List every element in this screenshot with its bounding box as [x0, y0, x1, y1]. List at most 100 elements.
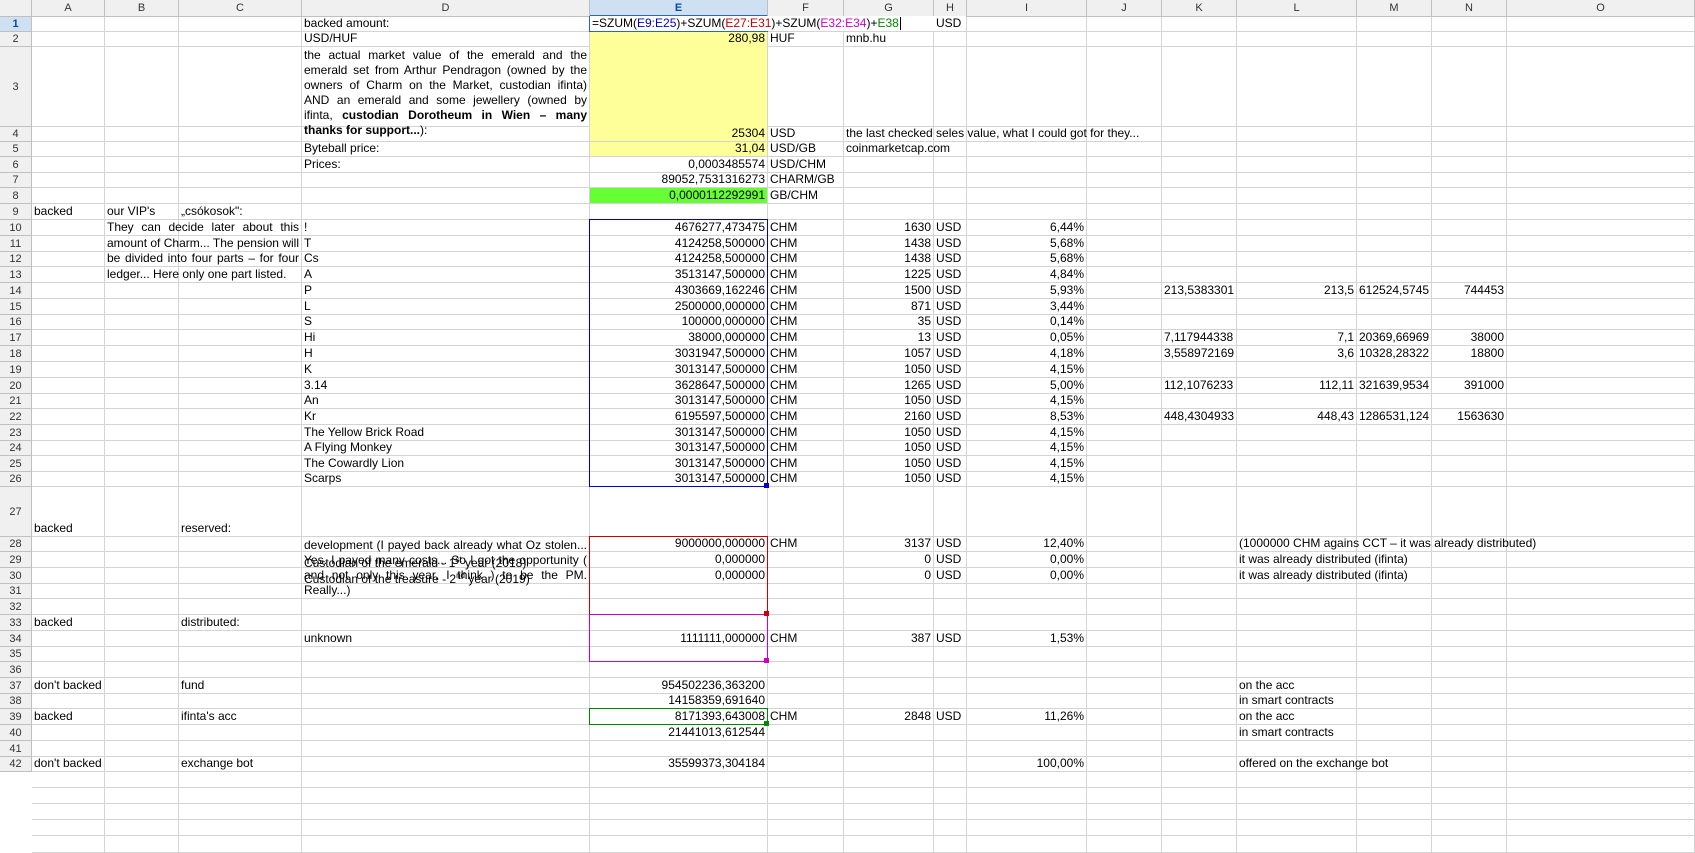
cell-i12[interactable]: 4,84%: [967, 267, 1086, 282]
cell-d28[interactable]: Custodian of the emerald - 1st year (201…: [302, 552, 589, 570]
cell-l39[interactable]: in smart contracts: [1237, 725, 1356, 740]
cell-m13[interactable]: 612524,5745: [1357, 283, 1431, 298]
cell-k19[interactable]: 112,1076233: [1162, 378, 1236, 393]
cell-f10[interactable]: CHM: [768, 236, 843, 251]
row-header-40[interactable]: 40: [0, 725, 32, 741]
cell-h22[interactable]: USD: [934, 425, 966, 440]
cell-l27[interactable]: (1000000 CHM agains CCT – it was already…: [1237, 536, 1536, 551]
row-header-9[interactable]: 9: [0, 204, 32, 220]
cell-h1[interactable]: USD: [934, 16, 966, 31]
cell-g9[interactable]: 1630: [844, 220, 933, 235]
cell-f21[interactable]: CHM: [768, 409, 843, 424]
cell-k17[interactable]: 3,558972169: [1162, 346, 1236, 361]
cell-g22[interactable]: 1050: [844, 425, 933, 440]
cell-m19[interactable]: 321639,9534: [1357, 378, 1431, 393]
cell-i16[interactable]: 0,05%: [967, 330, 1086, 345]
cell-b8[interactable]: our VIP's: [105, 204, 178, 219]
cell-h10[interactable]: USD: [934, 236, 966, 251]
row-header-33[interactable]: 33: [0, 615, 32, 631]
cell-i22[interactable]: 4,15%: [967, 425, 1086, 440]
cell-f22[interactable]: CHM: [768, 425, 843, 440]
cell-i38[interactable]: 11,26%: [967, 709, 1086, 724]
cell-h12[interactable]: USD: [934, 267, 966, 282]
cell-i27[interactable]: 12,40%: [967, 536, 1086, 551]
cell-i10[interactable]: 5,68%: [967, 236, 1086, 251]
cell-i23[interactable]: 4,15%: [967, 440, 1086, 455]
cell-g28[interactable]: 0: [844, 552, 933, 567]
cell-e7[interactable]: 0,0000112292991: [590, 188, 767, 203]
cell-a8[interactable]: backed: [32, 204, 104, 219]
cell-e28[interactable]: 0,000000: [590, 552, 767, 567]
cell-a38[interactable]: backed: [32, 709, 104, 724]
cell-g21[interactable]: 2160: [844, 409, 933, 424]
row-header-7[interactable]: 7: [0, 173, 32, 188]
column-header-m[interactable]: M: [1357, 0, 1432, 17]
cell-m16[interactable]: 20369,66969: [1357, 330, 1431, 345]
cell-d16[interactable]: Hi: [302, 330, 589, 345]
cell-h18[interactable]: USD: [934, 362, 966, 377]
cell-h28[interactable]: USD: [934, 552, 966, 567]
cell-k21[interactable]: 448,4304933: [1162, 409, 1236, 424]
active-cell-formula[interactable]: =SZUM(E9:E25)+SZUM(E27:E31)+SZUM(E32:E34…: [590, 16, 950, 31]
row-header-31[interactable]: 31: [0, 584, 32, 599]
row-header-34[interactable]: 34: [0, 631, 32, 647]
cell-e17[interactable]: 3031947,500000: [590, 346, 767, 361]
cell-d10[interactable]: T: [302, 236, 589, 251]
column-header-l[interactable]: L: [1237, 0, 1357, 17]
row-header-14[interactable]: 14: [0, 283, 32, 299]
cell-d15[interactable]: S: [302, 314, 589, 329]
cell-h38[interactable]: USD: [934, 709, 966, 724]
cell-e39[interactable]: 21441013,612544: [590, 725, 767, 740]
cell-e22[interactable]: 3013147,500000: [590, 425, 767, 440]
cell-a32[interactable]: backed: [32, 615, 104, 630]
cell-h24[interactable]: USD: [934, 456, 966, 471]
cell-n21[interactable]: 1563630: [1432, 409, 1506, 424]
cell-e2[interactable]: 280,98: [590, 31, 767, 46]
row-header-26[interactable]: 26: [0, 472, 32, 487]
cell-g25[interactable]: 1050: [844, 471, 933, 486]
row-header-42[interactable]: 42: [0, 757, 32, 772]
cell-d19[interactable]: 3.14: [302, 378, 589, 393]
cell-h14[interactable]: USD: [934, 299, 966, 314]
cell-e38[interactable]: 8171393,643008: [590, 709, 767, 724]
cell-f16[interactable]: CHM: [768, 330, 843, 345]
cell-m21[interactable]: 1286531,124: [1357, 409, 1431, 424]
cell-g11[interactable]: 1438: [844, 251, 933, 266]
cell-d4[interactable]: Byteball price:: [302, 141, 589, 156]
cell-f27[interactable]: CHM: [768, 536, 843, 551]
row-header-15[interactable]: 15: [0, 299, 32, 315]
cell-l41[interactable]: offered on the exchange bot: [1237, 756, 1388, 771]
cell-e6[interactable]: 89052,7531316273: [590, 172, 767, 187]
cell-e21[interactable]: 6195597,500000: [590, 409, 767, 424]
cell-f6[interactable]: CHARM/GB: [768, 172, 843, 187]
cell-e11[interactable]: 4124258,500000: [590, 251, 767, 266]
row-header-2[interactable]: 2: [0, 32, 32, 47]
cell-e18[interactable]: 3013147,500000: [590, 362, 767, 377]
cell-l37[interactable]: in smart contracts: [1237, 693, 1356, 708]
row-header-29[interactable]: 29: [0, 552, 32, 568]
cell-k16[interactable]: 7,117944338: [1162, 330, 1236, 345]
cell-i25[interactable]: 4,15%: [967, 471, 1086, 486]
cell-h16[interactable]: USD: [934, 330, 966, 345]
cell-f33[interactable]: CHM: [768, 631, 843, 646]
cell-l38[interactable]: on the acc: [1237, 709, 1356, 724]
cell-f23[interactable]: CHM: [768, 440, 843, 455]
cell-g19[interactable]: 1265: [844, 378, 933, 393]
column-header-h[interactable]: H: [934, 0, 967, 17]
cell-n19[interactable]: 391000: [1432, 378, 1506, 393]
cell-e10[interactable]: 4124258,500000: [590, 236, 767, 251]
cell-f38[interactable]: CHM: [768, 709, 843, 724]
cell-g3[interactable]: the last checked seles value, what I cou…: [844, 126, 1139, 141]
cell-l28[interactable]: it was already distributed (ifinta): [1237, 552, 1408, 567]
cell-l16[interactable]: 7,1: [1237, 330, 1356, 345]
row-header-19[interactable]: 19: [0, 362, 32, 378]
cell-d17[interactable]: H: [302, 346, 589, 361]
select-all-corner[interactable]: [0, 0, 32, 17]
cell-d3[interactable]: the actual market value of the emerald a…: [302, 48, 589, 141]
row-header-20[interactable]: 20: [0, 378, 32, 394]
cell-g17[interactable]: 1057: [844, 346, 933, 361]
row-header-27[interactable]: 27: [0, 487, 32, 537]
column-header-d[interactable]: D: [302, 0, 590, 17]
cell-h9[interactable]: USD: [934, 220, 966, 235]
cell-i19[interactable]: 5,00%: [967, 378, 1086, 393]
